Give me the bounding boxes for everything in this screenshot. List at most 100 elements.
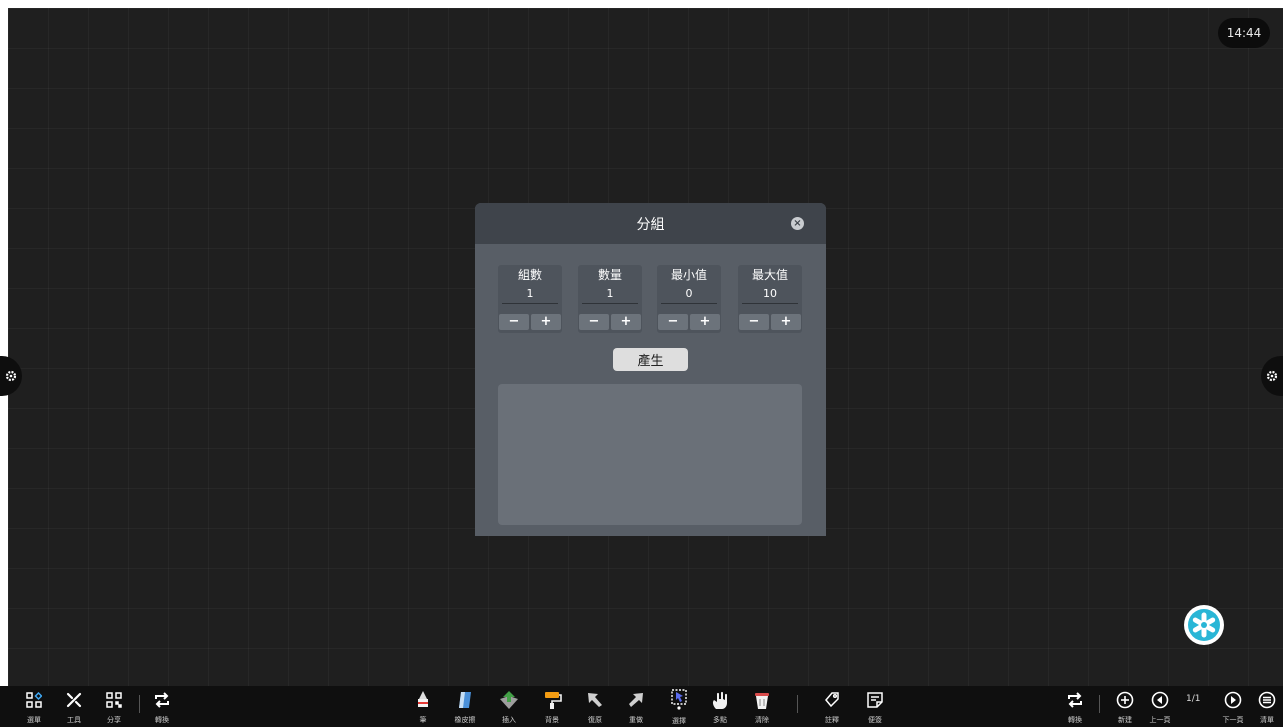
add-page-icon bbox=[1116, 691, 1134, 708]
clear-button[interactable]: 清除 bbox=[745, 689, 779, 725]
clock-display: 14:44 bbox=[1218, 18, 1270, 48]
increment-button[interactable]: + bbox=[531, 314, 561, 330]
tools-icon bbox=[66, 692, 82, 707]
field-label: 最小值 bbox=[670, 268, 707, 282]
toolbar-label: 清除 bbox=[755, 716, 769, 724]
gear-icon bbox=[5, 370, 17, 382]
toolbar-label: 便簽 bbox=[868, 716, 882, 724]
select-icon bbox=[671, 689, 687, 710]
field-quantity: 數量 1 − + bbox=[578, 265, 642, 333]
floating-menu-button[interactable] bbox=[1184, 605, 1224, 645]
field-max-value: 最大值 10 − + bbox=[738, 265, 802, 333]
field-underline bbox=[502, 303, 558, 304]
quantity-input[interactable]: 1 bbox=[578, 287, 642, 300]
page-indicator: 1/1 bbox=[1186, 694, 1201, 704]
field-underline bbox=[661, 303, 717, 304]
toolbar-label: 選擇 bbox=[672, 717, 686, 725]
page-list-button[interactable]: 清單 bbox=[1250, 689, 1283, 725]
trash-icon bbox=[755, 692, 769, 709]
redo-arrow-icon bbox=[629, 692, 643, 707]
toolbar-divider bbox=[139, 695, 140, 713]
background-roller-icon bbox=[545, 691, 562, 709]
toolbar-divider bbox=[797, 695, 798, 713]
toolbar-label: 新建 bbox=[1118, 716, 1132, 724]
group-count-input[interactable]: 1 bbox=[498, 287, 562, 300]
asterisk-flower-icon bbox=[1188, 609, 1220, 641]
sticky-note-icon bbox=[867, 691, 883, 708]
min-value-input[interactable]: 0 bbox=[657, 287, 721, 300]
tools-button[interactable]: 工具 bbox=[57, 689, 91, 725]
switch-button[interactable]: 轉換 bbox=[145, 689, 179, 725]
field-label: 數量 bbox=[597, 268, 622, 282]
toolbar-label: 背景 bbox=[545, 716, 559, 724]
toolbar-label: 下一頁 bbox=[1222, 716, 1244, 724]
menu-button[interactable]: 選單 bbox=[17, 689, 51, 725]
redo-button[interactable]: 重做 bbox=[619, 689, 653, 725]
toolbar-label: 清單 bbox=[1260, 716, 1274, 724]
select-button[interactable]: 選擇 bbox=[662, 689, 696, 725]
switch-button-right[interactable]: 轉換 bbox=[1058, 689, 1092, 725]
undo-arrow-icon bbox=[588, 692, 602, 707]
field-label: 最大值 bbox=[751, 268, 788, 282]
dialog-title: 分組 bbox=[636, 216, 665, 233]
increment-button[interactable]: + bbox=[611, 314, 641, 330]
annotation-icon bbox=[825, 691, 839, 707]
field-group-count: 組數 1 − + bbox=[498, 265, 562, 333]
max-value-input[interactable]: 10 bbox=[738, 287, 802, 300]
qr-code-icon bbox=[106, 691, 122, 708]
eraser-icon bbox=[459, 691, 471, 708]
toolbar-label: 轉換 bbox=[1068, 716, 1082, 724]
undo-button[interactable]: 復原 bbox=[578, 689, 612, 725]
next-page-icon bbox=[1224, 691, 1242, 708]
toolbar-label: 分享 bbox=[107, 716, 121, 724]
quantity-stepper: − + bbox=[579, 314, 641, 330]
dialog-header: 分組 × bbox=[475, 203, 826, 244]
field-underline bbox=[582, 303, 638, 304]
toolbar-divider bbox=[1099, 695, 1100, 713]
decrement-button[interactable]: − bbox=[739, 314, 769, 330]
prev-page-button[interactable]: 上一頁 bbox=[1143, 689, 1177, 725]
decrement-button[interactable]: − bbox=[579, 314, 609, 330]
toolbar-label: 多點 bbox=[713, 716, 727, 724]
multi-touch-button[interactable]: 多點 bbox=[703, 689, 737, 725]
result-area bbox=[498, 384, 802, 525]
min-value-stepper: − + bbox=[658, 314, 720, 330]
toolbar-label: 註釋 bbox=[825, 716, 839, 724]
decrement-button[interactable]: − bbox=[499, 314, 529, 330]
close-button[interactable]: × bbox=[791, 217, 804, 230]
increment-button[interactable]: + bbox=[771, 314, 801, 330]
prev-page-icon bbox=[1151, 691, 1169, 708]
group-count-stepper: − + bbox=[499, 314, 561, 330]
insert-icon bbox=[500, 690, 518, 709]
toolbar-label: 復原 bbox=[588, 716, 602, 724]
decrement-button[interactable]: − bbox=[658, 314, 688, 330]
insert-button[interactable]: 插入 bbox=[492, 689, 526, 725]
toolbar-label: 筆 bbox=[419, 716, 427, 724]
pen-icon bbox=[418, 690, 428, 707]
field-underline bbox=[742, 303, 798, 304]
toolbar-label: 上一頁 bbox=[1149, 716, 1171, 724]
annotation-button[interactable]: 註釋 bbox=[815, 689, 849, 725]
group-dialog: 分組 × 組數 1 − + 數量 1 − + 最小值 0 − + 最大值 10 bbox=[475, 203, 826, 536]
share-button[interactable]: 分享 bbox=[97, 689, 131, 725]
field-min-value: 最小值 0 − + bbox=[657, 265, 721, 333]
toolbar-label: 工具 bbox=[67, 716, 81, 724]
toolbar-label: 橡皮擦 bbox=[454, 716, 476, 724]
toolbar-label: 重做 bbox=[629, 716, 643, 724]
menu-grid-icon bbox=[26, 691, 42, 708]
pen-button[interactable]: 筆 bbox=[406, 689, 440, 725]
increment-button[interactable]: + bbox=[690, 314, 720, 330]
field-label: 組數 bbox=[517, 268, 542, 282]
next-page-button[interactable]: 下一頁 bbox=[1216, 689, 1250, 725]
max-value-stepper: − + bbox=[739, 314, 801, 330]
toolbar-label: 選單 bbox=[27, 716, 41, 724]
toolbar-label: 轉換 bbox=[155, 716, 169, 724]
background-button[interactable]: 背景 bbox=[535, 689, 569, 725]
bottom-toolbar: 選單 工具 分享 轉換 筆 橡皮擦 插入 背景 復原 重做 選擇 多點 清除 註… bbox=[0, 686, 1283, 727]
new-page-button[interactable]: 新建 bbox=[1108, 689, 1142, 725]
toolbar-label: 插入 bbox=[502, 716, 516, 724]
generate-button[interactable]: 產生 bbox=[613, 348, 688, 371]
eraser-button[interactable]: 橡皮擦 bbox=[448, 689, 482, 725]
sticky-note-button[interactable]: 便簽 bbox=[858, 689, 892, 725]
switch-icon bbox=[155, 691, 169, 708]
